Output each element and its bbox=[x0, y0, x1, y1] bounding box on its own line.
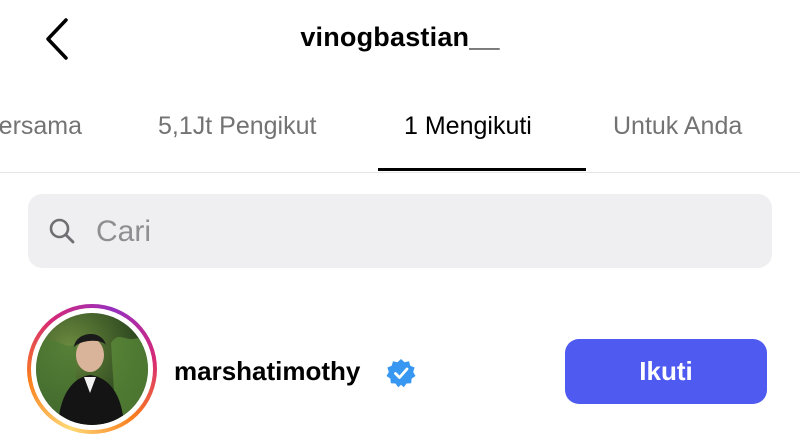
search-input[interactable] bbox=[94, 194, 738, 270]
search-icon bbox=[49, 218, 75, 244]
username[interactable]: marshatimothy bbox=[174, 356, 360, 387]
tab-following[interactable]: 1 Mengikuti bbox=[404, 112, 532, 141]
search-bar[interactable] bbox=[28, 194, 772, 270]
tab-followers[interactable]: 5,1Jt Pengikut bbox=[158, 112, 316, 141]
top-bar: vinogbastian__ bbox=[0, 0, 800, 82]
tab-mutual[interactable]: Bersama bbox=[0, 112, 82, 141]
verified-badge-icon bbox=[386, 359, 416, 388]
active-tab-indicator bbox=[378, 168, 586, 171]
list-item[interactable]: marshatimothy Ikuti bbox=[0, 300, 800, 434]
avatar[interactable] bbox=[36, 313, 148, 425]
story-ring bbox=[27, 304, 157, 434]
page-title: vinogbastian__ bbox=[300, 22, 500, 52]
tab-bar: Bersama 5,1Jt Pengikut 1 Mengikuti Untuk… bbox=[0, 82, 800, 173]
tab-for-you[interactable]: Untuk Anda bbox=[613, 112, 742, 141]
follow-button[interactable]: Ikuti bbox=[565, 339, 767, 404]
